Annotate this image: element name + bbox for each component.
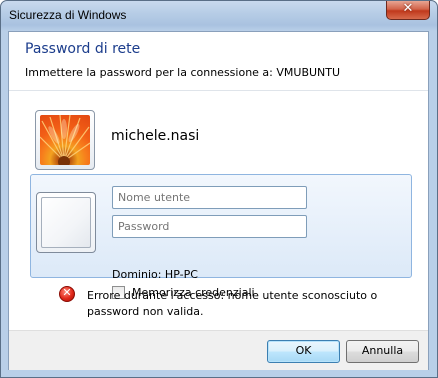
button-bar: OK Annulla (9, 330, 428, 370)
error-icon: ✕ (59, 286, 75, 302)
user-tile (36, 192, 96, 253)
ok-button[interactable]: OK (267, 340, 340, 363)
close-icon: ✕ (402, 1, 414, 16)
username-input[interactable] (112, 186, 307, 209)
dialog-content: Password di rete Immettere la password p… (8, 31, 429, 370)
dialog-window: Sicurezza di Windows ✕ Password di rete … (0, 0, 438, 378)
dialog-heading: Password di rete (25, 41, 141, 57)
title-bar[interactable]: Sicurezza di Windows ✕ (1, 1, 437, 31)
flower-icon (40, 115, 90, 165)
error-message: Errore durante l'accesso: nome utente sc… (87, 289, 378, 318)
error-icon-glyph: ✕ (62, 286, 72, 299)
account-name: michele.nasi (111, 128, 200, 144)
password-input[interactable] (112, 215, 307, 238)
dialog-subheading: Immettere la password per la connessione… (25, 66, 341, 79)
window-title: Sicurezza di Windows (9, 8, 127, 22)
domain-label: Dominio: HP-PC (112, 268, 198, 281)
cancel-button[interactable]: Annulla (346, 340, 419, 363)
blank-user-picture (41, 197, 91, 248)
close-button[interactable]: ✕ (386, 1, 430, 20)
credential-panel: Dominio: HP-PC Memorizza credenziali (30, 174, 412, 299)
header-separator (9, 90, 428, 91)
account-tile[interactable] (35, 110, 95, 170)
